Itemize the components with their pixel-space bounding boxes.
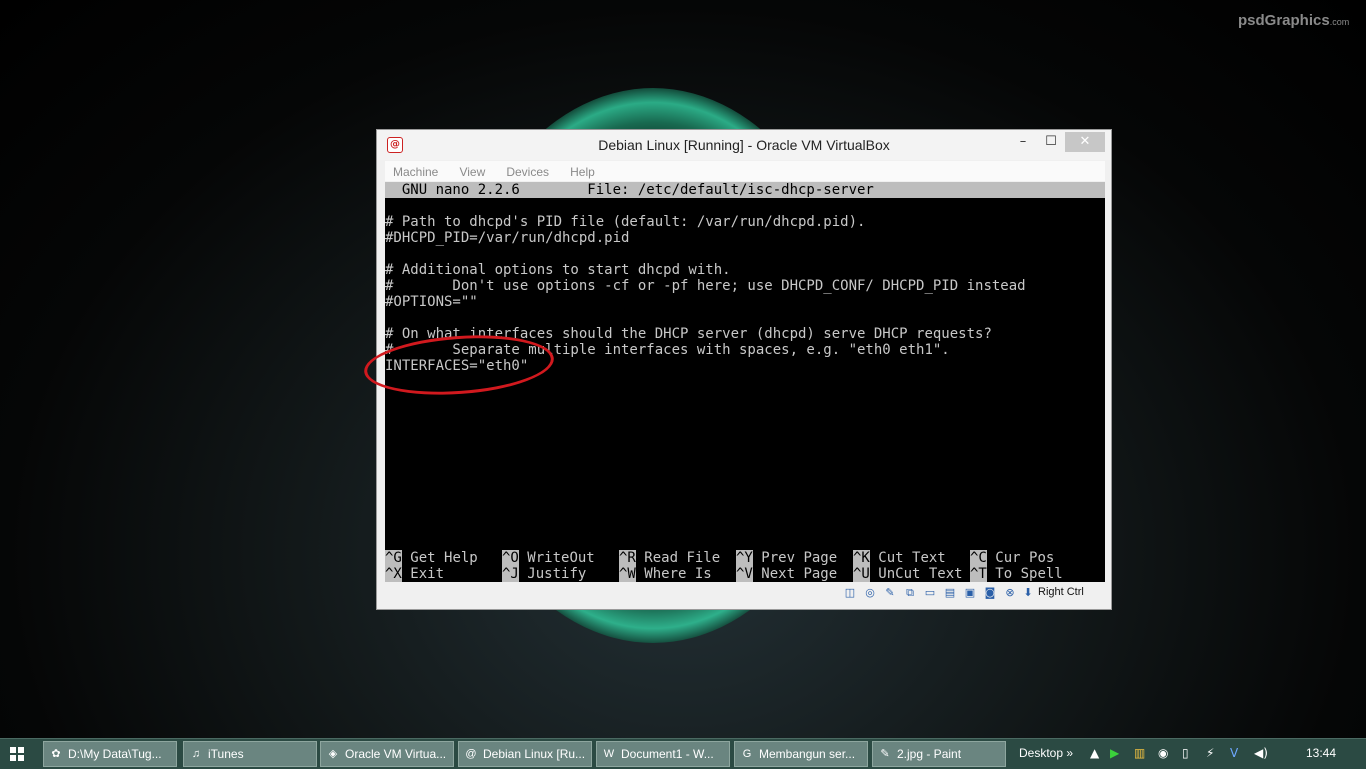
shortcut-key: ^J [502,566,519,582]
show-hidden-icons-icon[interactable]: ▲ [1090,746,1099,760]
mouse-integration-icon[interactable]: ⊗ [1003,586,1017,600]
shortcut-key: ^W [619,566,636,582]
taskbar-button-paint[interactable]: ✎ 2.jpg - Paint [872,741,1006,767]
virtualization-icon[interactable]: ◙ [983,586,997,600]
display-icon[interactable]: ▭ [923,586,937,600]
shortcut-label: WriteOut [527,550,595,566]
hard-disk-icon[interactable]: ◫ [843,586,857,600]
shortcut-key: ^C [970,550,987,566]
shared-folders-icon[interactable]: ⧉ [903,586,917,600]
clock[interactable]: 13:44 [1306,746,1336,760]
paint-icon: ✎ [880,748,890,760]
taskbar-button-virtualbox[interactable]: ◈ Oracle VM Virtua... [320,741,454,767]
device-tray-icon[interactable]: ▯ [1182,746,1189,760]
menu-devices[interactable]: Devices [498,163,557,179]
usb-icon[interactable]: ✎ [883,586,897,600]
taskbar-button-itunes[interactable]: ♫ iTunes [183,741,317,767]
volume-icon[interactable]: ◀) [1254,746,1268,760]
chevron-icon[interactable]: » [1066,746,1073,760]
shortcut-key: ^V [736,566,753,582]
network-icon[interactable]: ▤ [943,586,957,600]
shortcut-label: Justify [527,566,587,582]
taskbar-button-word[interactable]: W Document1 - W... [596,741,730,767]
shortcut-label: To Spell [995,566,1063,582]
antivirus-icon[interactable]: V [1230,746,1238,760]
network-tray-icon[interactable]: ◉ [1158,746,1168,760]
nano-header: GNU nano 2.2.6 File: /etc/default/isc-dh… [385,182,1105,198]
shortcut-label: UnCut Text [878,566,963,582]
shortcut-label: Next Page [761,566,838,582]
taskbar-button-debian[interactable]: @ Debian Linux [Ru... [458,741,592,767]
window-title: Debian Linux [Running] - Oracle VM Virtu… [598,137,890,153]
word-icon: W [603,748,615,760]
menu-help[interactable]: Help [562,163,603,179]
shortcut-label: Cur Pos [995,550,1055,566]
recording-icon[interactable]: ▣ [963,586,977,600]
menu-machine[interactable]: Machine [385,163,446,179]
shortcut-label: Read File [644,550,721,566]
nano-line: # Path to dhcpd's PID file (default: /va… [385,214,866,230]
keyboard-capture-icon[interactable]: ⬇ [1021,586,1035,600]
virtualbox-icon: ◈ [328,748,338,760]
shortcut-key: ^K [853,550,870,566]
shortcut-key: ^Y [736,550,753,566]
safely-remove-icon[interactable]: ⚡ [1206,746,1214,760]
shortcut-key: ^T [970,566,987,582]
shortcut-label: Where Is [644,566,712,582]
watermark: psdGraphics.com [1238,12,1350,29]
shortcut-key: ^R [619,550,636,566]
app-tray-icon[interactable]: ▥ [1134,746,1145,760]
taskbar-button-explorer[interactable]: ✿ D:\My Data\Tug... [43,741,177,767]
play-icon[interactable]: ▶ [1110,746,1119,760]
folder-icon: ✿ [51,748,61,760]
optical-drive-icon[interactable]: ◎ [863,586,877,600]
taskbar: ✿ D:\My Data\Tug... ♫ iTunes ◈ Oracle VM Vi… [0,738,1366,769]
shortcut-label: Prev Page [761,550,838,566]
nano-line: #OPTIONS="" [385,294,478,310]
start-button[interactable] [10,747,24,761]
itunes-icon: ♫ [191,748,201,760]
debian-icon: @ [465,748,477,760]
shortcut-label: Cut Text [878,550,946,566]
shortcut-key: ^G [385,550,402,566]
maximize-button[interactable]: ☐ [1037,132,1065,152]
minimize-button[interactable]: – [1009,132,1037,152]
nano-line: # Don't use options -cf or -pf here; use… [385,278,1026,294]
desktop-toolbar[interactable]: Desktop » [1019,746,1073,760]
vm-status-bar: ◫ ◎ ✎ ⧉ ▭ ▤ ▣ ◙ ⊗ ⬇ Right Ctrl [385,582,1105,604]
shortcut-label: Get Help [410,550,478,566]
menu-view[interactable]: View [451,163,493,179]
chrome-icon: G [742,748,752,760]
nano-line: # Additional options to start dhcpd with… [385,262,731,278]
nano-line: #DHCPD_PID=/var/run/dhcpd.pid [385,230,630,246]
taskbar-button-chrome[interactable]: G Membangun ser... [734,741,868,767]
shortcut-key: ^X [385,566,402,582]
host-key-label: Right Ctrl [1038,586,1084,598]
menu-bar: Machine View Devices Help [385,161,1105,181]
shortcut-key: ^O [502,550,519,566]
shortcut-label: Exit [410,566,445,582]
shortcut-key: ^U [853,566,870,582]
title-bar[interactable]: @ Debian Linux [Running] - Oracle VM Vir… [377,130,1111,160]
close-button[interactable]: ✕ [1065,132,1105,152]
